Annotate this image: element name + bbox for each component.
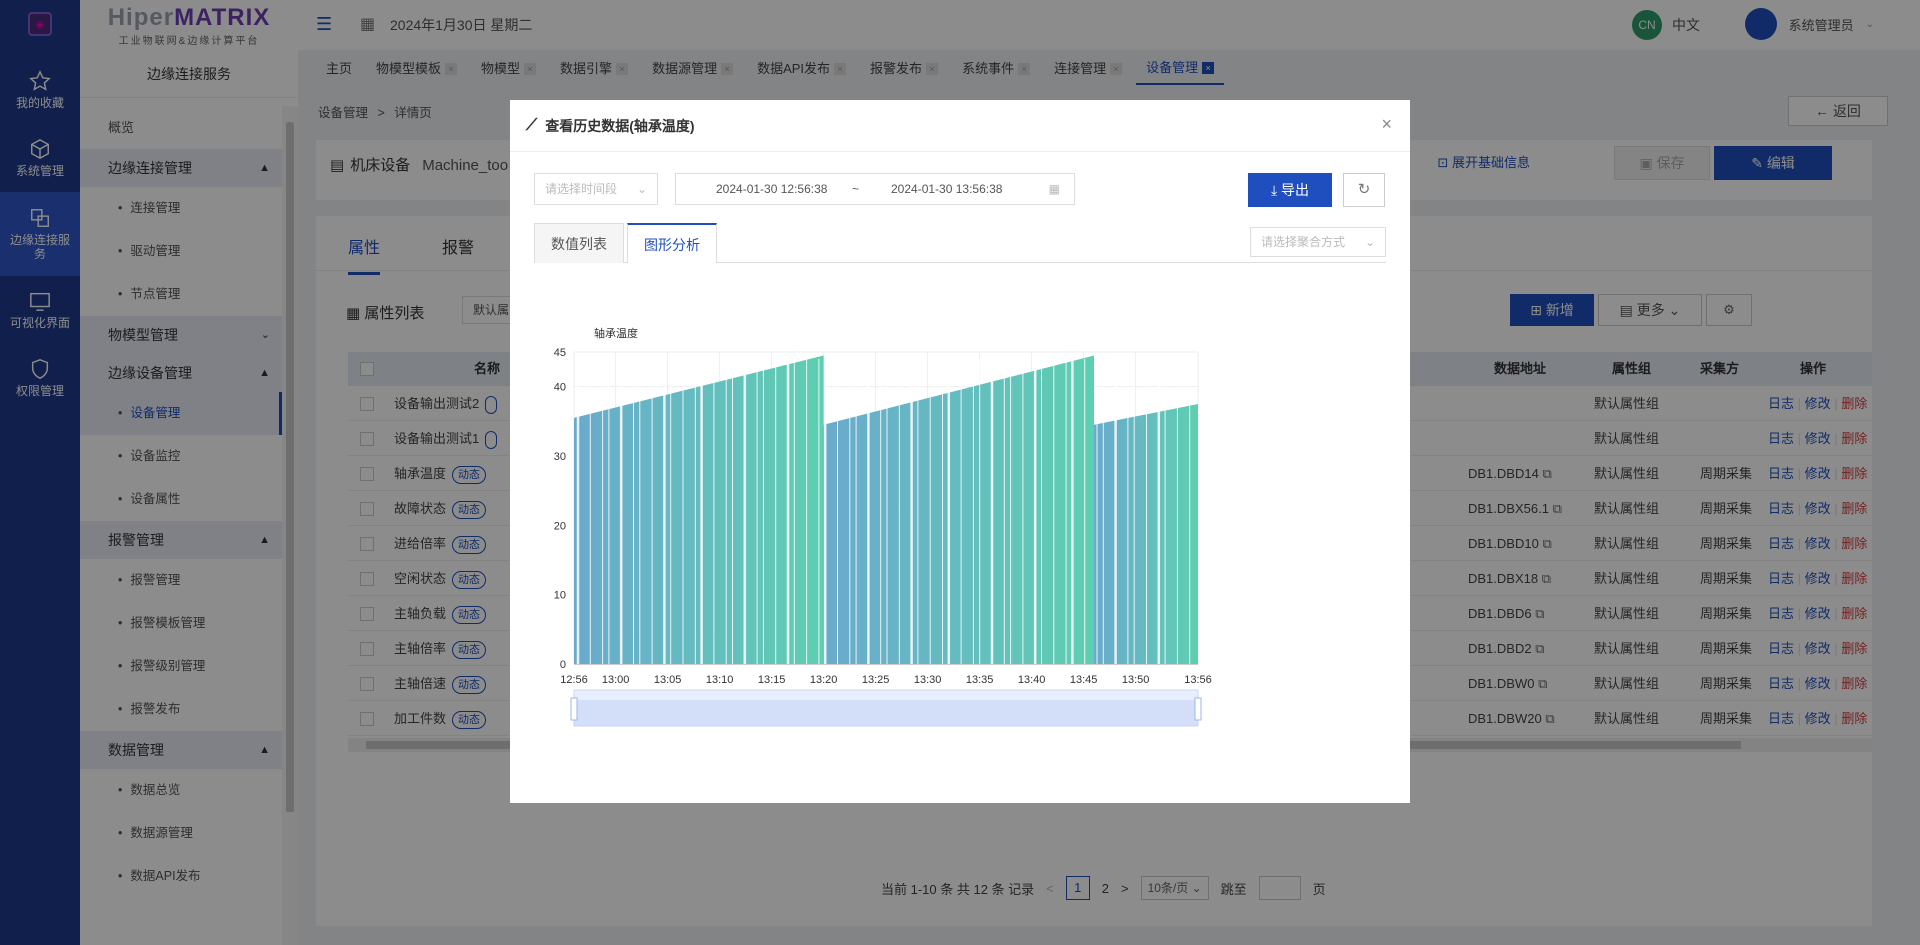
y-tick-label: 40	[554, 382, 566, 394]
calendar-icon: ▦	[1048, 182, 1060, 196]
tab-value-list[interactable]: 数值列表	[534, 223, 624, 263]
datazoom-handle-right	[1194, 697, 1202, 721]
x-tick-label: 13:35	[966, 674, 994, 686]
history-data-modal: ⟋ 查看历史数据(轴承温度) × 请选择时间段 ⌄ 2024-01-30 12:56…	[510, 100, 1410, 803]
close-icon[interactable]: ×	[1381, 114, 1392, 135]
aggregation-select[interactable]: 请选择聚合方式 ⌄	[1250, 227, 1386, 257]
x-tick-label: 13:25	[862, 674, 890, 686]
datazoom-handle-left	[570, 697, 578, 721]
y-tick-label: 20	[554, 520, 566, 532]
modal-tabs: 数值列表 图形分析 请选择聚合方式 ⌄	[534, 223, 1386, 263]
x-tick-label: 13:45	[1070, 674, 1098, 686]
export-button[interactable]: ⤓ 导出	[1248, 173, 1332, 207]
date-range-picker[interactable]: 2024-01-30 12:56:38 ~ 2024-01-30 13:56:3…	[675, 173, 1075, 205]
x-tick-label: 13:00	[602, 674, 630, 686]
x-tick-label: 13:50	[1122, 674, 1150, 686]
x-tick-label: 13:05	[654, 674, 682, 686]
series-area-0	[574, 355, 824, 664]
y-tick-label: 10	[554, 590, 566, 602]
x-tick-label: 13:56	[1184, 674, 1212, 686]
y-tick-label: 0	[560, 659, 566, 671]
time-range-select[interactable]: 请选择时间段 ⌄	[534, 173, 658, 205]
y-tick-label: 45	[554, 347, 566, 359]
x-tick-label: 12:56	[560, 674, 588, 686]
modal-title: 查看历史数据(轴承温度)	[545, 117, 695, 134]
line-chart-icon: ⟋	[526, 116, 538, 134]
y-tick-label: 30	[554, 451, 566, 463]
refresh-icon[interactable]: ↻	[1343, 173, 1385, 207]
x-tick-label: 13:40	[1018, 674, 1046, 686]
x-tick-label: 13:10	[706, 674, 734, 686]
datazoom-window	[574, 700, 1198, 726]
x-tick-label: 13:30	[914, 674, 942, 686]
x-tick-label: 13:20	[810, 674, 838, 686]
history-chart: 轴承温度 0 10 20 30 40 45 12:56 13:00 13:05 13:10 13:15…	[554, 326, 1212, 727]
x-tick-label: 13:15	[758, 674, 786, 686]
tab-graph-analysis[interactable]: 图形分析	[627, 223, 717, 263]
chart-title: 轴承温度	[594, 326, 638, 340]
